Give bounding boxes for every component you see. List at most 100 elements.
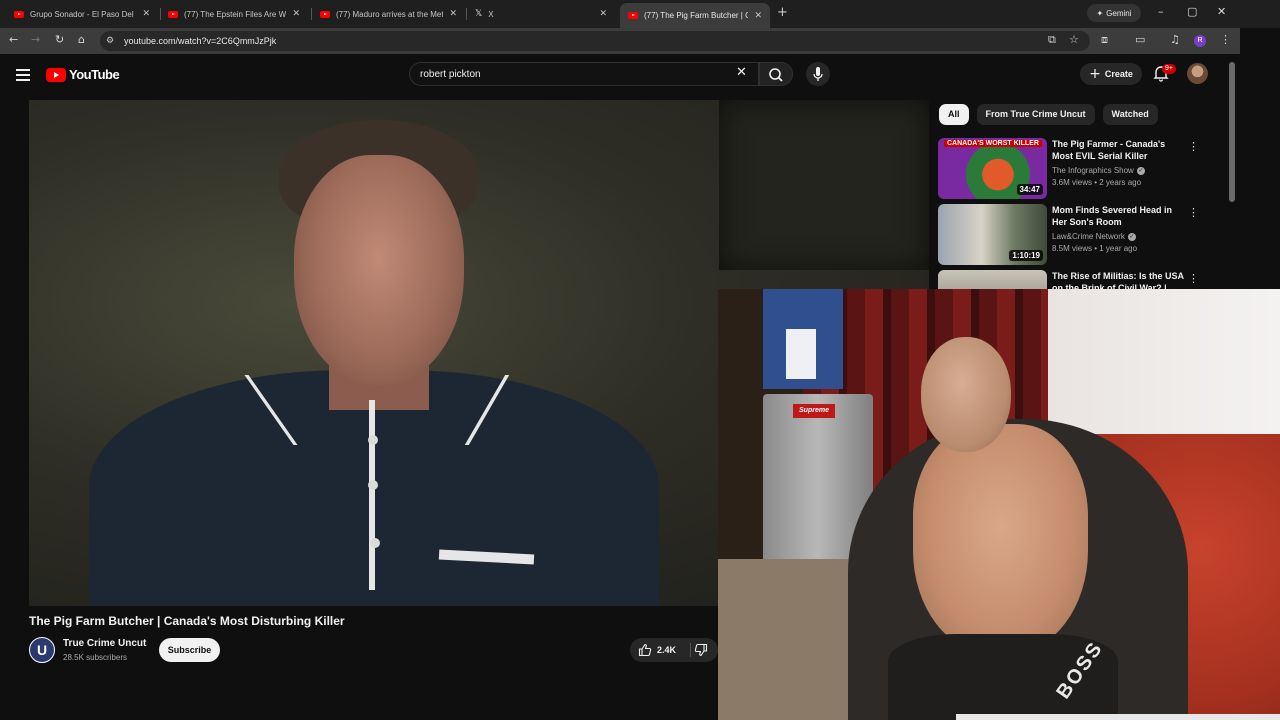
voice-search-button[interactable]: [806, 62, 830, 86]
browser-tab[interactable]: (77) Maduro arrives at the Met ✕: [312, 3, 465, 25]
side-panel-icon[interactable]: ▭: [1135, 33, 1145, 46]
video-metadata: 3.6M views • 2 years ago: [1052, 178, 1142, 187]
gemini-button[interactable]: ✦ Gemini: [1087, 4, 1141, 22]
thumbnail-caption: CANADA'S WORST KILLER: [944, 140, 1042, 147]
account-avatar[interactable]: [1187, 63, 1208, 84]
webcam-sticker: Supreme: [793, 404, 835, 418]
new-tab-icon[interactable]: +: [777, 5, 788, 20]
url-text: youtube.com/watch?v=2C6QmmJzPjk: [124, 36, 277, 46]
channel-name[interactable]: True Crime Uncut: [63, 638, 146, 649]
webcam-overlay: Supreme BOSS: [718, 289, 1280, 720]
create-label: Create: [1104, 69, 1133, 79]
youtube-icon: [628, 12, 638, 19]
more-actions-icon[interactable]: ⋮: [1188, 206, 1199, 219]
video-frame-button: [370, 538, 380, 548]
like-button[interactable]: 2.4K: [638, 638, 676, 662]
browser-tab-active[interactable]: (77) The Pig Farm Butcher | Can ✕: [620, 3, 770, 28]
search-icon: [769, 68, 783, 82]
verified-check-icon: ✓: [1136, 166, 1145, 175]
subscribe-button[interactable]: Subscribe: [159, 638, 220, 662]
recommended-video-title[interactable]: The Pig Farmer - Canada's Most EVIL Seri…: [1052, 138, 1187, 162]
recommended-video[interactable]: 1:10:19 Mom Finds Severed Head in Her So…: [938, 204, 1210, 268]
extensions-icon[interactable]: ⧈: [1101, 33, 1108, 47]
video-duration: 34:47: [1016, 184, 1043, 195]
create-button[interactable]: + Create: [1080, 63, 1142, 85]
browser-tab[interactable]: (77) The Epstein Files Are Way ✕: [160, 3, 308, 25]
browser-toolbar: ← → ↻ ⌂ ⚙ youtube.com/watch?v=2C6QmmJzPj…: [0, 28, 1240, 54]
dislike-button[interactable]: [694, 638, 708, 662]
video-frame-button: [368, 435, 378, 445]
like-dislike-group: 2.4K: [630, 638, 718, 662]
maximize-icon[interactable]: ▢: [1187, 5, 1197, 18]
channel-name: The Infographics Show: [1052, 166, 1134, 175]
recommended-video[interactable]: CANADA'S WORST KILLER 34:47 The Pig Farm…: [938, 138, 1210, 202]
address-bar[interactable]: ⚙ youtube.com/watch?v=2C6QmmJzPjk: [100, 31, 1090, 51]
background-frame: [719, 100, 929, 270]
menu-icon[interactable]: [16, 69, 30, 84]
tab-title: Grupo Sonador - El Paso Del Gi: [30, 9, 137, 19]
x-logo-icon: 𝕏: [475, 9, 483, 19]
page-scrollbar[interactable]: [1229, 62, 1235, 202]
minimize-icon[interactable]: –: [1158, 5, 1164, 18]
more-actions-icon[interactable]: ⋮: [1188, 140, 1199, 153]
forward-icon[interactable]: →: [31, 33, 40, 46]
youtube-icon: [320, 10, 330, 18]
logo-text: YouTube: [69, 67, 120, 82]
close-icon[interactable]: ✕: [142, 9, 150, 19]
video-metadata: 8.5M views • 1 year ago: [1052, 244, 1138, 253]
channel-avatar[interactable]: U: [29, 637, 55, 663]
clear-search-icon[interactable]: ✕: [736, 65, 747, 80]
video-thumbnail[interactable]: 1:10:19: [938, 204, 1047, 265]
video-duration: 1:10:19: [1009, 250, 1043, 261]
browser-tab-strip: Grupo Sonador - El Paso Del Gi ✕ (77) Th…: [0, 0, 1280, 28]
home-icon[interactable]: ⌂: [78, 33, 85, 46]
more-menu-icon[interactable]: ⋮: [1220, 33, 1231, 46]
install-icon[interactable]: ⧉: [1048, 33, 1056, 47]
chip-from-channel[interactable]: From True Crime Uncut: [976, 104, 1095, 125]
youtube-logo[interactable]: YouTube: [46, 67, 120, 82]
recommended-channel[interactable]: The Infographics Show ✓: [1052, 166, 1145, 175]
webcam-person-head: [921, 337, 1011, 452]
chip-watched[interactable]: Watched: [1102, 104, 1158, 125]
youtube-play-icon: [46, 67, 66, 82]
tab-title: X: [488, 9, 494, 19]
search-input[interactable]: robert pickton: [409, 62, 759, 86]
tab-title: (77) The Pig Farm Butcher | Can: [644, 11, 749, 20]
close-icon[interactable]: ✕: [754, 11, 762, 21]
youtube-icon: [14, 10, 24, 18]
more-actions-icon[interactable]: ⋮: [1188, 272, 1199, 285]
close-window-icon[interactable]: ✕: [1217, 5, 1226, 18]
thumbs-up-icon: [638, 643, 652, 657]
back-icon[interactable]: ←: [9, 33, 18, 46]
filter-chips: All From True Crime Uncut Watched: [939, 104, 1158, 125]
webcam-person-torso: [913, 424, 1088, 654]
close-icon[interactable]: ✕: [599, 9, 607, 19]
video-frame-face: [294, 155, 464, 385]
search-button[interactable]: [759, 62, 793, 86]
video-frame-placket: [369, 400, 375, 590]
browser-tab[interactable]: Grupo Sonador - El Paso Del Gi ✕: [6, 3, 158, 25]
notification-count-badge: 9+: [1162, 64, 1176, 74]
close-icon[interactable]: ✕: [292, 9, 300, 19]
webcam-bottom-bar: [956, 714, 1280, 720]
verified-check-icon: ✓: [1127, 232, 1136, 241]
bookmark-star-icon[interactable]: ☆: [1069, 33, 1079, 46]
site-info-icon[interactable]: ⚙: [106, 36, 122, 46]
like-count: 2.4K: [657, 645, 677, 655]
recommended-video-title[interactable]: Mom Finds Severed Head in Her Son's Room: [1052, 204, 1187, 228]
chip-all[interactable]: All: [939, 104, 969, 125]
reload-icon[interactable]: ↻: [55, 33, 64, 46]
video-thumbnail[interactable]: CANADA'S WORST KILLER 34:47: [938, 138, 1047, 199]
sparkle-icon: ✦: [1096, 8, 1104, 18]
tab-title: (77) Maduro arrives at the Met: [336, 9, 444, 19]
youtube-header: YouTube robert pickton ✕ + Create 9+: [0, 54, 1240, 94]
video-frame-button: [368, 480, 378, 490]
profile-avatar[interactable]: R: [1194, 35, 1206, 47]
close-icon[interactable]: ✕: [449, 9, 457, 19]
recommended-channel[interactable]: Law&Crime Network ✓: [1052, 232, 1136, 241]
subscriber-count: 28.5K subscribers: [63, 653, 128, 662]
webcam-wall: [1048, 289, 1280, 449]
browser-tab[interactable]: 𝕏 X ✕: [467, 3, 615, 25]
media-controls-icon[interactable]: ♫: [1170, 33, 1180, 46]
thumbs-down-icon: [694, 643, 708, 657]
